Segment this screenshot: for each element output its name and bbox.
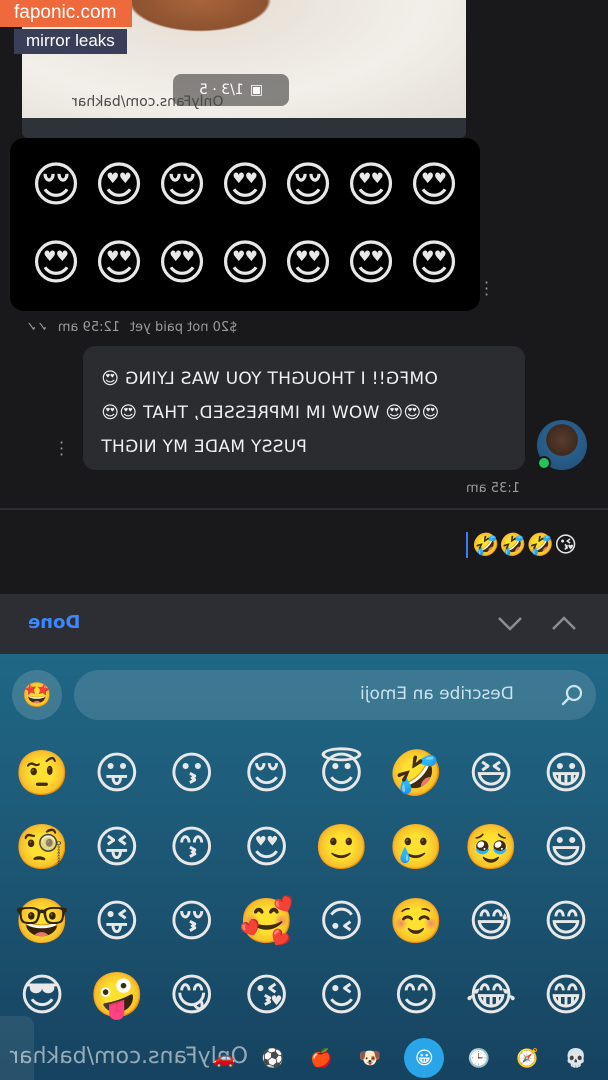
emoji-key[interactable]: 😘 <box>237 965 297 1025</box>
category-food-icon[interactable]: 🍎 <box>307 1044 335 1072</box>
more-options-icon[interactable]: · · · <box>59 435 64 463</box>
emoji-row-2: 😍 😍 😍 😍 😍 😍 😍 <box>26 224 464 302</box>
emoji-key[interactable]: 😀 <box>536 743 596 803</box>
message-emoji: 😍 <box>345 235 397 291</box>
message-emoji: 😍 <box>219 157 271 213</box>
emoji-key[interactable]: 😙 <box>162 817 222 877</box>
emoji-key[interactable]: 🤣 <box>386 743 446 803</box>
site-watermark: faponic.com <box>0 0 133 27</box>
emoji-key[interactable]: ☺️ <box>386 891 446 951</box>
category-animals-icon[interactable]: 🐶 <box>356 1044 384 1072</box>
emoji-key[interactable]: 😃 <box>536 817 596 877</box>
emoji-key[interactable]: 😗 <box>162 743 222 803</box>
emoji-key[interactable]: 🧐 <box>12 817 72 877</box>
search-icon <box>560 683 584 707</box>
emoji-key[interactable]: 😆 <box>461 743 521 803</box>
message-emoji: 😍 <box>30 235 82 291</box>
composer-value: 🤣🤣🤣😘 <box>472 532 578 558</box>
emoji-key[interactable]: 😂 <box>461 965 521 1025</box>
emoji-key[interactable]: 😋 <box>162 965 222 1025</box>
emoji-grid-row: 🧐 😝 😙 😍 🙂 🥲 🥹 😃 <box>6 810 602 884</box>
message-line-1: OMFG!! I THOUGHT YOU WAS LYING 😍 <box>101 369 438 389</box>
category-smileys-icon[interactable]: 😀 <box>404 1038 445 1078</box>
message-line-2: 😍😍😍 WOW IM IMPRESSED, THAT 😍😍 <box>101 403 440 423</box>
image-icon: ▣ <box>249 82 264 98</box>
message-emoji: 😌 <box>30 157 82 213</box>
emoji-category-bar: 🚗 ⚽ 🍎 🐶 😀 🕒 🧭 💀 <box>0 1036 608 1080</box>
emoji-key[interactable]: 🤨 <box>12 743 72 803</box>
emoji-key[interactable]: 🥲 <box>386 817 446 877</box>
emoji-creator-button[interactable]: 🤩 <box>12 670 62 720</box>
composer-input[interactable]: 🤣🤣🤣😘 <box>466 532 577 558</box>
emoji-key[interactable]: 🙃 <box>311 891 371 951</box>
emoji-key[interactable]: 😜 <box>87 891 147 951</box>
message-emoji: 😍 <box>156 235 208 291</box>
emoji-key[interactable]: 😅 <box>461 891 521 951</box>
emoji-grid-row: 😎 🤪 😋 😘 😉 😊 😂 😁 <box>6 958 602 1032</box>
message-emoji: 😍 <box>93 157 145 213</box>
emoji-key[interactable]: 😍 <box>237 817 297 877</box>
done-button[interactable]: Done <box>28 612 80 633</box>
text-caret <box>466 532 468 558</box>
category-travel-icon[interactable]: 🧭 <box>513 1044 541 1072</box>
emoji-grid-row: 🤓 😜 😚 🥰 🙃 ☺️ 😅 😄 <box>6 884 602 958</box>
message-line-3: PUSSY MADE MY NIGHT <box>101 437 307 457</box>
media-watermark: OnlyFans.com/bakhar <box>72 94 224 110</box>
emoji-row-1: 😌 😍 😌 😍 😌 😍 😍 <box>26 146 464 224</box>
emoji-key[interactable]: 😇 <box>311 743 371 803</box>
read-receipt-icon: ✓✓ <box>26 320 48 335</box>
emoji-search-placeholder: Describe an Emoji <box>360 684 514 704</box>
incoming-message-time: 1:35 am <box>466 481 520 496</box>
tag-watermark: mirror leaks <box>14 29 127 54</box>
emoji-message-bubble[interactable]: 😌 😍 😌 😍 😌 😍 😍 😍 😍 😍 😍 😍 😍 😍 <box>10 138 480 311</box>
emoji-key[interactable]: 😛 <box>87 743 147 803</box>
message-time: 12:59 am <box>57 320 121 335</box>
more-options-icon[interactable]: · · · <box>484 275 489 303</box>
price-status: $20 not paid yet <box>130 320 238 335</box>
incoming-message-bubble[interactable]: OMFG!! I THOUGHT YOU WAS LYING 😍 😍😍😍 WOW… <box>83 346 525 470</box>
category-vehicles-icon[interactable]: 🚗 <box>210 1044 238 1072</box>
emoji-key[interactable]: 😁 <box>536 965 596 1025</box>
emoji-key[interactable]: 🙂 <box>311 817 371 877</box>
emoji-key[interactable]: 😝 <box>87 817 147 877</box>
category-recent-icon[interactable]: 🕒 <box>465 1044 493 1072</box>
message-emoji: 😍 <box>219 235 271 291</box>
message-emoji: 😍 <box>408 157 460 213</box>
emoji-grid-row: 🤨 😛 😗 😌 😇 🤣 😆 😀 <box>6 736 602 810</box>
message-emoji: 😍 <box>345 157 397 213</box>
emoji-key[interactable]: 🥰 <box>237 891 297 951</box>
chevron-up-icon[interactable] <box>550 612 578 634</box>
message-meta: $20 not paid yet 12:59 am ✓✓ <box>26 320 237 335</box>
emoji-key[interactable]: 🥹 <box>461 817 521 877</box>
emoji-grid: 🤨 😛 😗 😌 😇 🤣 😆 😀 🧐 😝 😙 😍 🙂 🥲 🥹 😃 🤓 😜 😚 🥰 … <box>6 736 602 1032</box>
emoji-key[interactable]: 🤓 <box>12 891 72 951</box>
emoji-key[interactable]: 😌 <box>237 743 297 803</box>
category-activity-icon[interactable]: ⚽ <box>259 1044 287 1072</box>
message-emoji: 😍 <box>93 235 145 291</box>
message-emoji: 😍 <box>408 235 460 291</box>
online-status-indicator <box>537 456 551 470</box>
message-emoji: 😍 <box>282 235 334 291</box>
emoji-search-input[interactable] <box>74 670 596 720</box>
emoji-key[interactable]: 😊 <box>386 965 446 1025</box>
category-skull-icon[interactable]: 💀 <box>562 1044 590 1072</box>
message-emoji: 😌 <box>156 157 208 213</box>
emoji-key[interactable]: 😚 <box>162 891 222 951</box>
chevron-down-icon[interactable] <box>496 612 524 634</box>
message-emoji: 😌 <box>282 157 334 213</box>
emoji-key[interactable]: 😉 <box>311 965 371 1025</box>
emoji-key[interactable]: 😄 <box>536 891 596 951</box>
emoji-key[interactable]: 🤪 <box>87 965 147 1025</box>
